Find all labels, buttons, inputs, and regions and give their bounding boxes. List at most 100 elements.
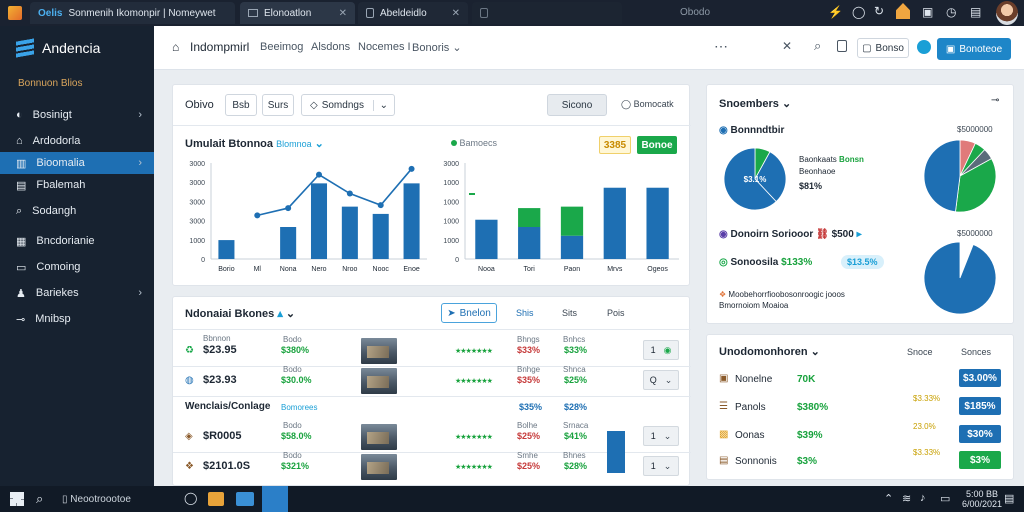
circle-icon[interactable]: ◯ [852,5,865,19]
more-icon[interactable]: ⋯ [714,38,728,55]
trend-point[interactable] [316,171,322,178]
list-item[interactable]: ▩ Oonas $39% 23.0% $30% [707,422,1015,449]
bar[interactable] [475,219,498,259]
quantity-stepper[interactable]: 1 ⌄ [643,426,679,446]
home-icon[interactable]: ⌂ [172,40,179,54]
row-thumbnail[interactable] [361,368,397,394]
list-item[interactable]: ▤ Sonnonis $3% $3.33% $3% [707,448,1015,475]
sidebar-item-5[interactable]: ⌕ Sodangh [0,200,154,222]
bar[interactable] [518,227,541,259]
close-icon[interactable]: ✕ [339,8,347,19]
home-icon[interactable] [896,3,910,19]
battery-icon[interactable]: ▭ [940,492,950,505]
avatar[interactable] [996,1,1018,25]
chart-subtitle[interactable]: Blomnoa [276,139,312,149]
toolbar-right-link[interactable]: ◯ Bomocatk [621,99,674,110]
nav-item-4[interactable]: Bonoris ⌄ [412,41,462,54]
value-badge[interactable]: $30% [959,425,1001,443]
bar[interactable] [310,183,328,259]
volume-icon[interactable]: ♪ [920,492,926,504]
tab-4[interactable]: Pois [607,308,625,318]
message-icon[interactable]: ▤ [970,5,981,19]
wifi-icon[interactable]: ≋ [902,492,911,505]
browser-tab-3[interactable]: Abeldeidlo ✕ [358,2,468,24]
trend-point[interactable] [346,190,353,197]
nav-item-1[interactable]: Beeimog [260,41,303,53]
info-icon[interactable] [917,40,931,54]
notification-icon[interactable]: ▤ [1004,492,1014,505]
sidebar-item-3[interactable]: ▥ Bioomalia › [0,152,154,174]
primary-button[interactable]: ▣ Bonoteoe [937,38,1011,60]
chevron-down-icon[interactable]: ⌄ [811,346,820,358]
bar[interactable] [603,187,626,259]
list-item[interactable]: ☰ Panols $380% $3.33% $185% [707,394,1015,421]
sidebar-item-6[interactable]: ▦ Bncdorianie [0,230,154,252]
quantity-stepper[interactable]: 1 ◉ [643,340,679,360]
chevron-down-icon[interactable]: ⌄ [286,308,295,320]
circle-icon[interactable]: ◯ [184,491,197,505]
arrow-icon[interactable]: ▸ [857,229,862,240]
search-icon[interactable]: ⌕ [36,491,43,507]
bar[interactable] [341,206,358,259]
clock[interactable]: 5:00 BB 6/00/2021 [962,489,1002,509]
segment-3-pill[interactable]: $13.5% [841,255,884,269]
tools-icon[interactable]: ✕ [782,39,792,53]
nav-item-2[interactable]: Alsdons [311,41,350,53]
bar[interactable] [403,183,420,259]
nav-item-3[interactable]: Nocemes I [358,41,411,53]
row-thumbnail[interactable] [361,338,397,364]
list-item[interactable]: ▣ Nonelne 70K $3.00% [707,369,1015,393]
trend-point[interactable] [254,212,261,219]
value-badge[interactable]: $3.00% [959,369,1001,387]
trend-point[interactable] [285,205,292,212]
start-icon[interactable] [10,492,24,506]
folder-icon[interactable] [208,492,224,506]
pie-slice[interactable] [923,241,997,315]
trend-point[interactable] [377,202,384,209]
chevron-down-icon[interactable]: ⌄ [782,98,791,110]
pin-icon[interactable]: ⊸ [991,95,999,106]
bar-stack[interactable] [518,208,541,227]
row-thumbnail[interactable] [361,424,397,450]
browser-tab-4[interactable] [472,2,622,24]
status-badge[interactable]: Bonoe [637,136,677,154]
tab-3[interactable]: Sits [562,308,577,318]
bolt-icon[interactable]: ⚡ [828,5,843,19]
explorer-icon[interactable] [236,492,254,506]
trend-point[interactable] [408,165,415,172]
toolbar-right-button[interactable]: Sicono [547,94,607,116]
bar[interactable] [372,213,389,259]
row-thumbnail[interactable] [361,454,397,480]
toolbar-button-1[interactable]: Bsb [225,94,257,116]
chevron-down-icon[interactable]: ⌄ [315,138,324,150]
pie-slice[interactable] [923,139,961,213]
close-icon[interactable]: ✕ [452,8,460,19]
sidebar-item-2[interactable]: ⌂ Ardodorla [0,130,154,152]
bar-stack[interactable] [560,206,584,236]
calendar-icon[interactable]: ▣ [922,5,933,19]
bar[interactable] [218,240,235,259]
table-row[interactable]: ◍ $23.93 $30.0% Bodo ★★★★★★★ Bnhge $35% Shnca $2… [173,365,691,395]
clock-icon[interactable]: ◷ [946,5,956,19]
chevron-up-icon[interactable]: ⌃ [884,492,893,505]
quantity-stepper[interactable]: 1 ⌄ [643,456,679,476]
small-button[interactable]: ▢ Bonso [857,38,909,58]
taskbar-search[interactable]: ▯ Neootroootoe [62,494,131,505]
toolbar-dropdown[interactable]: ◇ Somdngs ⌄ [301,94,395,116]
bar[interactable] [560,235,584,259]
bar[interactable] [646,187,669,259]
value-badge[interactable]: $3% [959,451,1001,469]
sidebar-item-7[interactable]: ▭ Comoing [0,256,154,278]
tab-2[interactable]: Shis [516,308,534,318]
table-row[interactable]: ♻ $23.95 Bbnnon $380% Bodo ★★★★★★★ Bhngs $33% Bn… [173,334,691,365]
bar[interactable] [280,227,297,259]
clipboard-icon[interactable] [837,40,847,52]
value-badge[interactable]: $185% [959,397,1001,415]
toolbar-button-2[interactable]: Surs [262,94,294,116]
quantity-stepper[interactable]: Q ⌄ [643,370,679,390]
refresh-icon[interactable]: ↻ [874,4,884,18]
sidebar-item-4[interactable]: ▤ Fbalemah [0,174,154,196]
sidebar-item-1[interactable]: ◐ Bosinigt › [0,104,154,126]
tab-active[interactable]: ➤ Bnelon [441,303,497,323]
browser-tab-2[interactable]: Elonoatlon ✕ [240,2,355,24]
